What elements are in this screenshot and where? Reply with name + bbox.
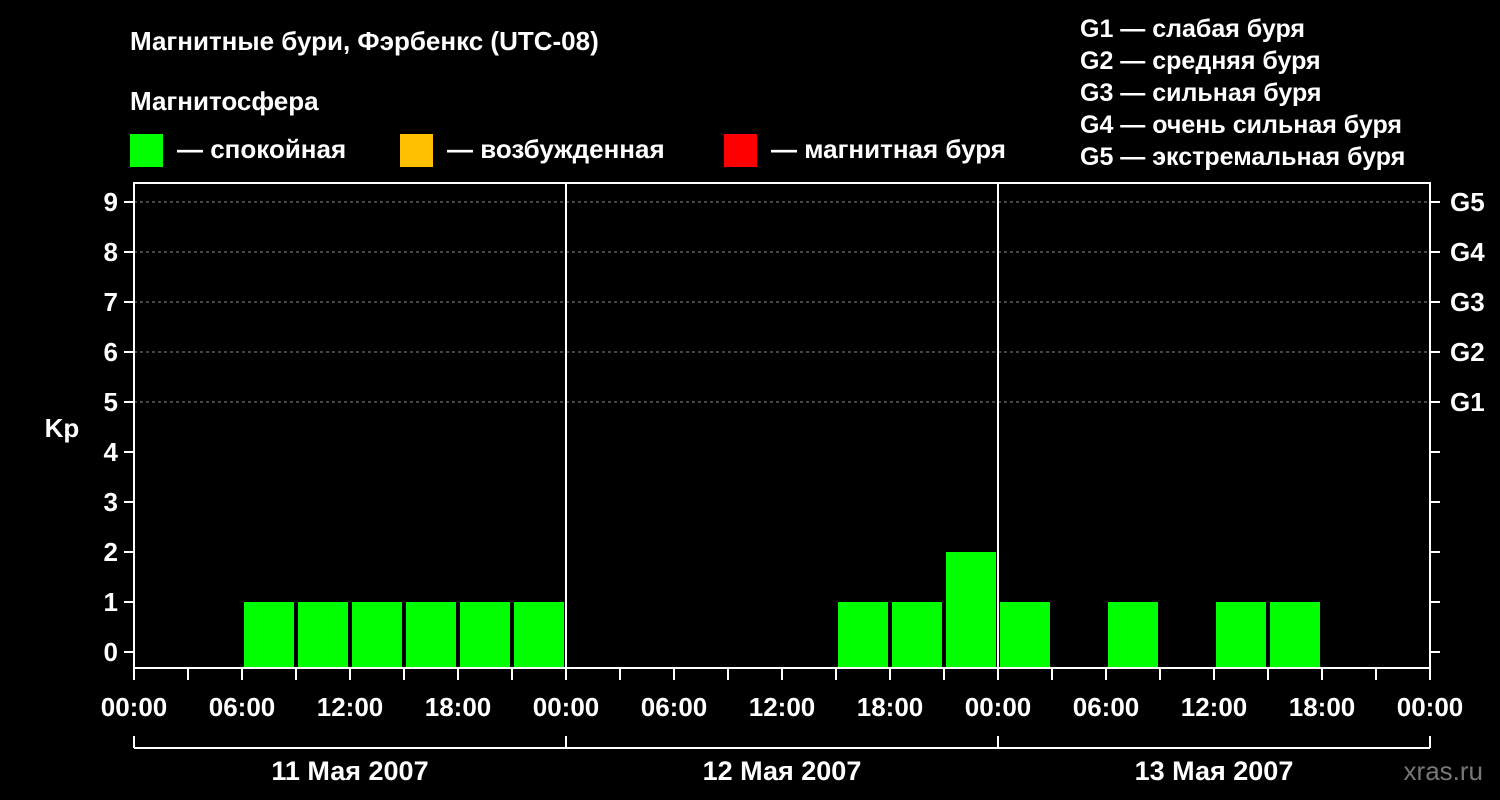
bar-1 [244, 602, 294, 668]
storm-legend-item-1: G2 — средняя буря [1080, 47, 1321, 75]
bar-15 [1000, 602, 1050, 668]
x-tick-label-3: 18:00 [425, 692, 492, 722]
axes: 0 1 2 3 4 5 6 7 8 9 G1 G2 G3 G4 G5 00:00 06:00 12:00 18:00… [101, 182, 1485, 786]
storm-level-label-G1: G1 [1450, 387, 1485, 417]
bar-2 [298, 602, 348, 668]
x-tick-label-6: 12:00 [749, 692, 816, 722]
storm-legend-item-2: G3 — сильная буря [1080, 79, 1322, 107]
x-tick-label-12: 00:00 [1397, 692, 1464, 722]
x-tick-label-11: 18:00 [1289, 692, 1356, 722]
legend-swatch-0 [130, 134, 163, 167]
x-tick-label-4: 00:00 [533, 692, 600, 722]
bar-14 [946, 552, 996, 668]
x-tick-label-9: 06:00 [1073, 692, 1140, 722]
x-tick-label-5: 06:00 [641, 692, 708, 722]
bar-5 [460, 602, 510, 668]
x-tick-label-8: 00:00 [965, 692, 1032, 722]
bar-20 [1270, 602, 1320, 668]
y-tick-label-9: 9 [104, 187, 118, 217]
legend-label-1: — возбужденная [447, 134, 665, 164]
grid [134, 201, 1430, 403]
bars [244, 552, 1320, 668]
bar-6 [514, 602, 564, 668]
legend-label-0: — спокойная [177, 134, 346, 164]
kp-chart: Магнитные бури, Фэрбенкс (UTC-08) Магнит… [45, 15, 1486, 786]
legend-title: Магнитосфера [130, 86, 319, 116]
y-tick-label-0: 0 [104, 637, 118, 667]
storm-legend-item-0: G1 — слабая буря [1080, 15, 1305, 43]
bar-12 [838, 602, 888, 668]
watermark: xras.ru [1404, 756, 1483, 786]
y-tick-label-7: 7 [104, 287, 118, 317]
legend: — спокойная — возбужденная — магнитная бур… [130, 134, 1006, 167]
x-tick-label-2: 12:00 [317, 692, 384, 722]
x-tick-label-1: 06:00 [209, 692, 276, 722]
x-tick-label-0: 00:00 [101, 692, 168, 722]
legend-swatch-2 [724, 134, 757, 167]
bar-4 [406, 602, 456, 668]
day-label-2: 13 Мая 2007 [1135, 756, 1294, 786]
y-tick-label-2: 2 [104, 537, 118, 567]
bar-3 [352, 602, 402, 668]
day-label-1: 12 Мая 2007 [703, 756, 862, 786]
y-tick-label-3: 3 [104, 487, 118, 517]
bar-13 [892, 602, 942, 668]
bar-17 [1108, 602, 1158, 668]
bar-19 [1216, 602, 1266, 668]
storm-level-label-G5: G5 [1450, 187, 1485, 217]
storm-level-label-G4: G4 [1450, 237, 1485, 267]
storm-legend-item-3: G4 — очень сильная буря [1080, 111, 1402, 139]
legend-label-2: — магнитная буря [771, 134, 1006, 164]
y-tick-label-4: 4 [104, 437, 119, 467]
y-tick-label-6: 6 [104, 337, 118, 367]
x-tick-label-7: 18:00 [857, 692, 924, 722]
storm-legend: G1 — слабая буря G2 — средняя буря G3 — си… [1080, 15, 1405, 171]
storm-level-label-G2: G2 [1450, 337, 1485, 367]
y-tick-label-5: 5 [104, 387, 118, 417]
x-tick-label-10: 12:00 [1181, 692, 1248, 722]
y-tick-label-1: 1 [104, 587, 118, 617]
y-axis-label: Kp [45, 413, 80, 443]
storm-legend-item-4: G5 — экстремальная буря [1080, 143, 1405, 171]
chart-title: Магнитные бури, Фэрбенкс (UTC-08) [130, 26, 599, 56]
y-tick-label-8: 8 [104, 237, 118, 267]
storm-level-label-G3: G3 [1450, 287, 1485, 317]
legend-swatch-1 [400, 134, 433, 167]
plot-frame [133, 182, 1431, 669]
day-label-0: 11 Мая 2007 [271, 756, 428, 786]
